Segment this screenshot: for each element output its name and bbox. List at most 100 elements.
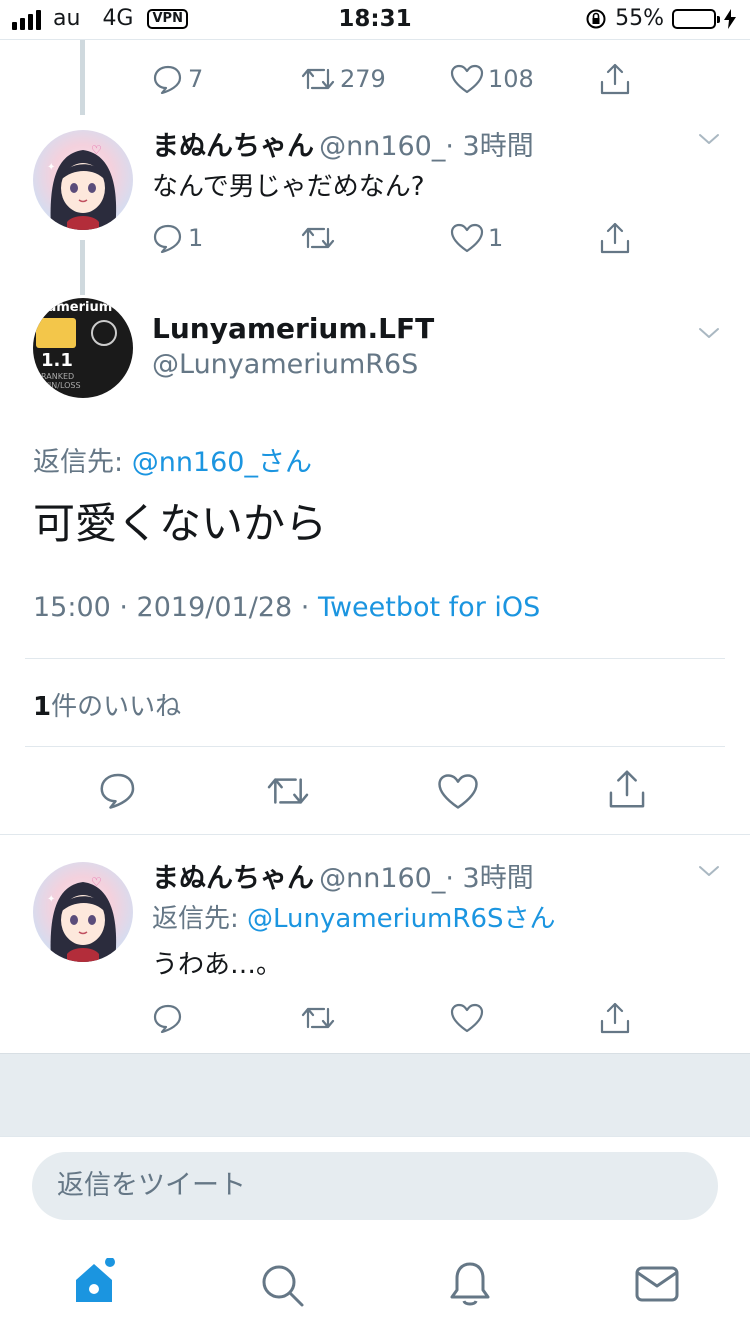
like-button[interactable]	[437, 773, 479, 814]
share-button[interactable]	[598, 221, 632, 255]
status-bar: au 4G VPN 18:31 55%	[0, 0, 750, 40]
reply-button[interactable]: 1	[152, 223, 203, 253]
retweet-icon	[301, 68, 335, 90]
tab-notifications[interactable]	[448, 1260, 492, 1312]
likes-summary[interactable]: 1件のいいね	[33, 686, 181, 723]
retweet-button[interactable]	[300, 1003, 336, 1033]
avatar-thumbnail	[36, 318, 76, 348]
share-button[interactable]	[598, 1001, 632, 1035]
reply-to-line: 返信先: @nn160_さん	[33, 440, 312, 479]
avatar[interactable]: yamerium 1.1 RANKED WIN/LOSS	[33, 298, 133, 398]
heart-icon	[450, 1003, 484, 1033]
retweet-button[interactable]: 279	[300, 64, 386, 94]
avatar-text: 1.1	[41, 350, 73, 371]
heart-icon	[450, 64, 484, 94]
retweet-button[interactable]	[300, 223, 336, 253]
svg-text:♡: ♡	[91, 875, 102, 889]
search-icon	[262, 1265, 304, 1307]
tweet-time: · 3時間	[445, 131, 534, 162]
like-count: 108	[488, 65, 534, 93]
tab-home[interactable]	[72, 1257, 120, 1310]
reply-icon	[153, 65, 182, 94]
chevron-down-icon[interactable]	[698, 322, 720, 344]
likes-count: 1	[33, 692, 52, 722]
tweet-time: · 3時間	[445, 863, 534, 894]
tweet-text: なんで男じゃだめなん?	[152, 172, 425, 202]
user-handle[interactable]: @nn160_	[319, 131, 445, 162]
like-button[interactable]	[450, 1003, 484, 1033]
reply-button[interactable]	[98, 771, 138, 813]
retweet-count: 279	[340, 65, 386, 93]
avatar-text: RANKED	[41, 372, 75, 381]
avatar[interactable]: ♡ ✦	[33, 862, 133, 962]
retweet-icon	[267, 778, 309, 804]
retweet-icon	[301, 227, 335, 249]
reply-to-link[interactable]: @LunyameriumR6Sさん	[247, 904, 555, 934]
heart-icon	[450, 223, 484, 253]
tweet-source-link[interactable]: Tweetbot for iOS	[318, 592, 540, 623]
display-name[interactable]: まぬんちゃん	[152, 863, 314, 894]
divider	[25, 746, 725, 747]
tab-search[interactable]	[259, 1262, 305, 1312]
share-icon	[609, 770, 645, 808]
reply-icon	[153, 224, 182, 253]
reply-icon	[153, 1004, 182, 1033]
heart-icon	[438, 774, 478, 809]
reply-to-line: 返信先: @LunyameriumR6Sさん	[152, 898, 556, 935]
avatar-text: yamerium	[39, 300, 113, 315]
chevron-down-icon[interactable]	[698, 860, 720, 882]
retweet-button[interactable]	[265, 772, 311, 814]
like-button[interactable]: 1	[450, 223, 503, 253]
avatar-text: WIN/LOSS	[41, 381, 81, 390]
thread-line	[80, 240, 85, 295]
reply-input[interactable]: 返信をツイート	[32, 1152, 718, 1220]
tweet-header: まぬんちゃん @nn160_· 3時間	[152, 124, 534, 163]
like-button[interactable]: 108	[450, 64, 534, 94]
messages-icon	[635, 1266, 679, 1302]
user-handle[interactable]: @nn160_	[319, 863, 445, 894]
svg-text:✦: ✦	[47, 894, 55, 905]
timeline-end-spacer	[0, 1053, 750, 1136]
reply-to-link[interactable]: @nn160_さん	[132, 447, 312, 478]
reply-to-label: 返信先:	[152, 904, 239, 934]
share-button[interactable]	[606, 768, 648, 814]
svg-text:♡: ♡	[91, 143, 102, 157]
chevron-down-icon[interactable]	[698, 128, 720, 150]
retweet-icon	[301, 1007, 335, 1029]
divider	[25, 658, 725, 659]
avatar[interactable]: ♡ ✦	[33, 130, 133, 230]
tweet-meta: 15:00 · 2019/01/28 · Tweetbot for iOS	[33, 592, 540, 623]
orientation-lock-icon	[586, 9, 606, 28]
avatar-illustration: ♡ ✦	[47, 143, 117, 230]
like-count: 1	[488, 224, 504, 252]
likes-label: 件のいいね	[51, 692, 182, 722]
share-button[interactable]	[598, 62, 632, 96]
display-name[interactable]: Lunyamerium.LFT	[152, 312, 434, 345]
display-name[interactable]: まぬんちゃん	[152, 131, 314, 162]
tweet-header: まぬんちゃん @nn160_· 3時間	[152, 856, 534, 895]
thread-line	[80, 40, 85, 115]
share-icon	[600, 222, 630, 254]
avatar-illustration: ♡ ✦	[47, 875, 117, 962]
battery-percent: 55%	[615, 6, 664, 31]
reply-count: 7	[188, 65, 204, 93]
home-icon	[76, 1257, 115, 1302]
reply-button[interactable]	[152, 1003, 184, 1033]
tab-messages[interactable]	[634, 1264, 680, 1308]
reply-button[interactable]: 7	[152, 64, 203, 94]
rank-badge-icon	[91, 320, 117, 346]
reply-to-label: 返信先:	[33, 447, 124, 478]
svg-text:✦: ✦	[47, 162, 55, 173]
tweet-text: 可愛くないから	[33, 499, 328, 548]
notifications-icon	[450, 1262, 490, 1306]
share-icon	[600, 63, 630, 95]
reply-count: 1	[188, 224, 204, 252]
share-icon	[600, 1002, 630, 1034]
reply-icon	[100, 773, 135, 809]
battery-icon	[672, 8, 720, 29]
tweet-timestamp: 15:00 · 2019/01/28 ·	[33, 592, 318, 623]
divider	[0, 834, 750, 835]
charging-bolt-icon	[724, 8, 736, 29]
tweet-text: うわあ…。	[152, 950, 283, 980]
user-handle[interactable]: @LunyameriumR6S	[152, 349, 418, 380]
